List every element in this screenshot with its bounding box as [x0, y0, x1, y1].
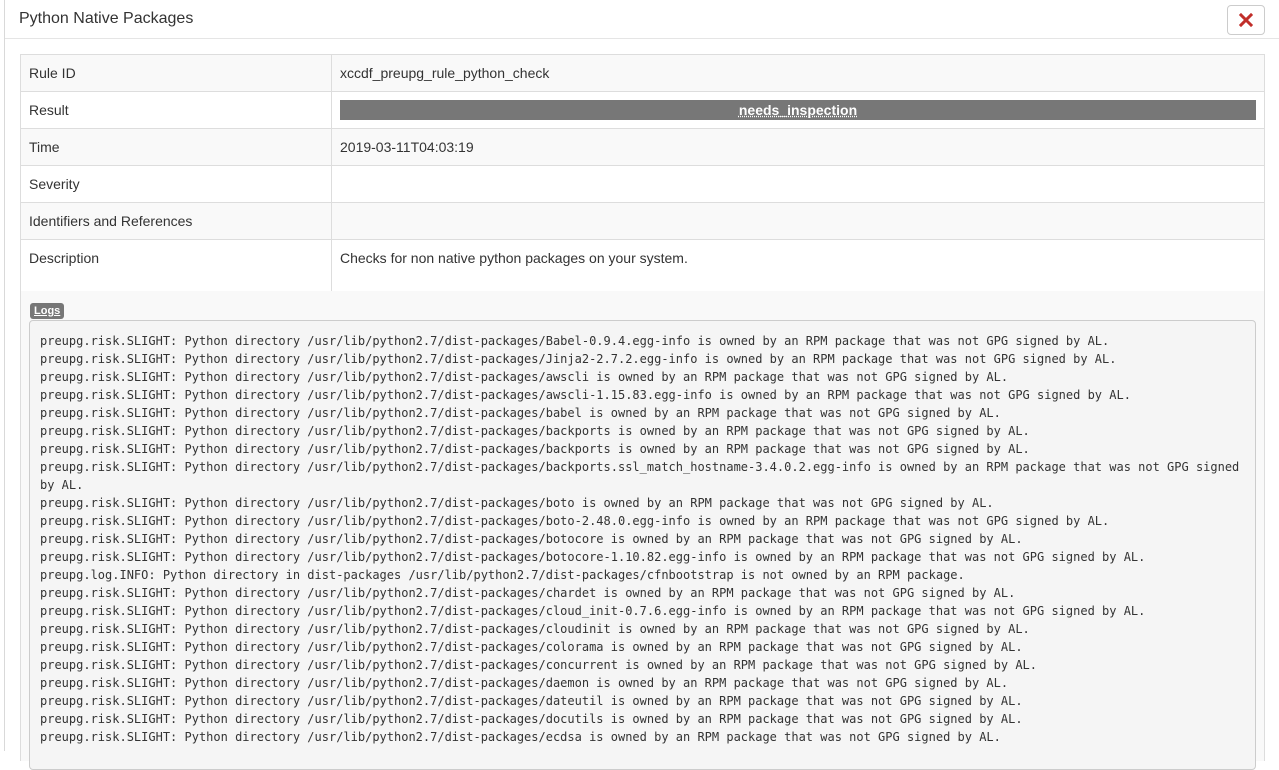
log-line: preupg.risk.SLIGHT: Python directory /us…: [40, 370, 1009, 384]
table-row: Rule ID xccdf_preupg_rule_python_check: [20, 54, 1265, 92]
log-line: preupg.log.INFO: Python directory in dis…: [40, 568, 965, 582]
close-button[interactable]: [1227, 5, 1265, 35]
modal-title: Python Native Packages: [19, 10, 194, 27]
severity-value: [331, 165, 1265, 203]
log-line: preupg.risk.SLIGHT: Python directory /us…: [40, 586, 1016, 600]
log-line: preupg.risk.SLIGHT: Python directory /us…: [40, 676, 1009, 690]
result-status-badge[interactable]: needs_inspection: [340, 100, 1256, 120]
log-line: preupg.risk.SLIGHT: Python directory /us…: [40, 712, 1023, 726]
result-cell: needs_inspection: [331, 91, 1265, 129]
rule-id-value: xccdf_preupg_rule_python_check: [331, 54, 1265, 92]
log-line: preupg.risk.SLIGHT: Python directory /us…: [40, 658, 1037, 672]
time-label: Time: [20, 128, 332, 166]
log-line: preupg.risk.SLIGHT: Python directory /us…: [40, 694, 1023, 708]
table-row: Time 2019-03-11T04:03:19: [20, 128, 1265, 166]
log-line: preupg.risk.SLIGHT: Python directory /us…: [40, 640, 1023, 654]
log-line: preupg.risk.SLIGHT: Python directory /us…: [40, 514, 1110, 528]
log-line: preupg.risk.SLIGHT: Python directory /us…: [40, 622, 1030, 636]
log-line: preupg.risk.SLIGHT: Python directory /us…: [40, 352, 1117, 366]
logs-badge[interactable]: Logs: [30, 303, 65, 319]
table-row: Severity: [20, 165, 1265, 203]
rule-details-table: Rule ID xccdf_preupg_rule_python_check R…: [20, 54, 1265, 292]
close-icon: [1239, 13, 1253, 27]
log-line: preupg.risk.SLIGHT: Python directory /us…: [40, 460, 1247, 492]
description-value: Checks for non native python packages on…: [331, 239, 1265, 292]
identifiers-value: [331, 202, 1265, 240]
log-output[interactable]: preupg.risk.SLIGHT: Python directory /us…: [29, 320, 1256, 770]
log-line: preupg.risk.SLIGHT: Python directory /us…: [40, 424, 1030, 438]
result-label: Result: [20, 91, 332, 129]
log-line: preupg.risk.SLIGHT: Python directory /us…: [40, 532, 1023, 546]
log-line: preupg.risk.SLIGHT: Python directory /us…: [40, 388, 1131, 402]
time-value: 2019-03-11T04:03:19: [331, 128, 1265, 166]
log-line: preupg.risk.SLIGHT: Python directory /us…: [40, 334, 1110, 348]
result-value: needs_inspection: [738, 102, 858, 118]
log-line: preupg.risk.SLIGHT: Python directory /us…: [40, 442, 1030, 456]
log-line: preupg.risk.SLIGHT: Python directory /us…: [40, 406, 1001, 420]
python-native-packages-modal: Python Native Packages Rule ID xccdf_pre…: [4, 0, 1279, 770]
log-line: preupg.risk.SLIGHT: Python directory /us…: [40, 496, 994, 510]
description-label: Description: [20, 239, 332, 292]
log-line: preupg.risk.SLIGHT: Python directory /us…: [40, 604, 1146, 618]
modal-header: Python Native Packages: [5, 0, 1279, 39]
rule-id-label: Rule ID: [20, 54, 332, 92]
table-row: Description Checks for non native python…: [20, 239, 1265, 292]
logs-section: Logs preupg.risk.SLIGHT: Python director…: [20, 291, 1265, 770]
table-row: Result needs_inspection: [20, 91, 1265, 129]
identifiers-label: Identifiers and References: [20, 202, 332, 240]
log-line: preupg.risk.SLIGHT: Python directory /us…: [40, 550, 1146, 564]
severity-label: Severity: [20, 165, 332, 203]
table-row: Identifiers and References: [20, 202, 1265, 240]
logs-badge-label: Logs: [34, 305, 61, 317]
log-line: preupg.risk.SLIGHT: Python directory /us…: [40, 730, 1001, 744]
